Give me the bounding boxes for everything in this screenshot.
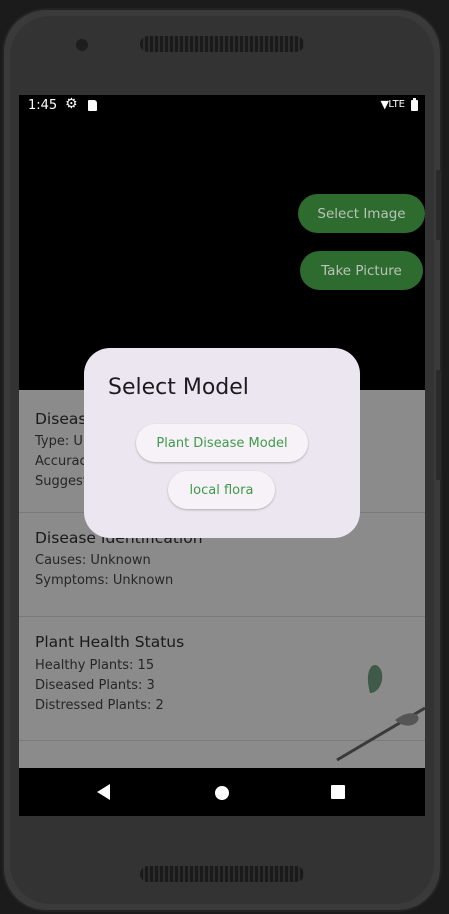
select-image-button[interactable]: Select Image <box>298 194 425 233</box>
navigation-bar <box>19 768 425 816</box>
home-icon[interactable] <box>215 786 229 800</box>
bottom-speaker <box>140 866 304 882</box>
card-line: Symptoms: Unknown <box>35 573 174 588</box>
back-icon[interactable] <box>97 784 110 800</box>
take-picture-button[interactable]: Take Picture <box>300 251 423 290</box>
recents-icon[interactable] <box>331 785 345 799</box>
status-time: 1:45 <box>28 98 58 113</box>
card-line: Type: Ur <box>35 434 89 449</box>
dialog-title: Select Model <box>108 375 249 400</box>
card-title: Plant Health Status <box>35 633 185 651</box>
network-type: LTE <box>388 99 405 110</box>
card-line: Suggest <box>35 474 88 489</box>
leaf-branch-icon <box>336 664 425 762</box>
local-flora-button[interactable]: local flora <box>168 471 275 509</box>
power-button <box>436 370 441 480</box>
card-title: Diseas <box>35 410 87 428</box>
card-line: Healthy Plants: 15 <box>35 658 155 673</box>
card-line: Diseased Plants: 3 <box>35 678 155 693</box>
volume-button <box>436 170 441 240</box>
select-model-dialog: Select Model Plant Disease Model local f… <box>84 348 360 538</box>
status-bar: 1:45 ⚙ ▼ LTE <box>19 95 425 117</box>
card-line: Accurac <box>35 454 87 469</box>
card-line: Distressed Plants: 2 <box>35 698 164 713</box>
top-speaker <box>140 36 304 52</box>
battery-icon <box>411 98 418 111</box>
card-line: Causes: Unknown <box>35 553 151 568</box>
front-camera <box>76 39 88 51</box>
settings-gear-icon: ⚙ <box>65 96 78 112</box>
plant-disease-model-button[interactable]: Plant Disease Model <box>136 424 308 462</box>
sd-card-icon <box>88 100 97 111</box>
